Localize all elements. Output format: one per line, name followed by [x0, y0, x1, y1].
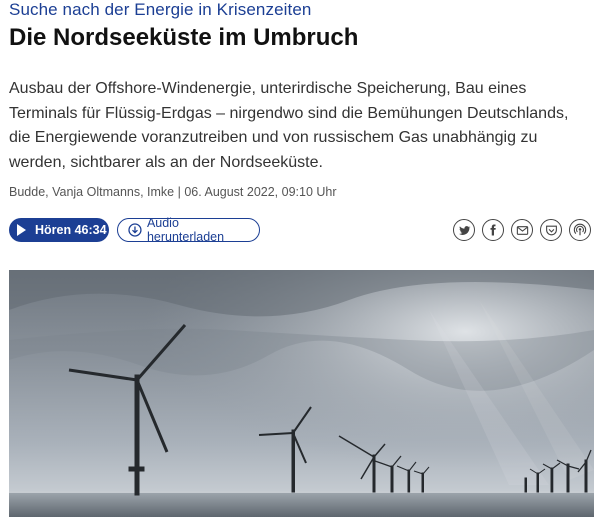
download-audio-label: Audio herunterladen: [146, 216, 225, 244]
download-audio-button[interactable]: Audio herunterladen: [117, 216, 260, 244]
offshore-wind-farm-image: [9, 270, 594, 517]
article-byline: Budde, Vanja Oltmanns, Imke | 06. August…: [9, 185, 337, 199]
teaser-line: Ausbau der Offshore-Windenergie, unterir…: [9, 80, 527, 97]
email-icon[interactable]: [511, 219, 533, 241]
article-headline: Die Nordseeküste im Umbruch: [9, 24, 359, 51]
download-icon: [128, 223, 142, 237]
podcast-icon[interactable]: [569, 219, 591, 241]
pocket-icon[interactable]: [540, 219, 562, 241]
teaser-line: werden, sichtbarer als an der Nordseeküs…: [9, 153, 323, 171]
share-bar: [453, 219, 591, 241]
teaser-line: Terminals für Flüssig-Erdgas – nirgendwo…: [9, 104, 569, 122]
teaser-line: die Energiewende voranzutreiben und von …: [9, 129, 538, 146]
play-audio-label: Hören 46:34: [35, 223, 107, 237]
article-teaser: Ausbau der Offshore-Windenergie, unterir…: [9, 77, 589, 175]
hero-image: [9, 270, 594, 517]
play-audio-button[interactable]: Hören 46:34: [9, 218, 109, 242]
facebook-icon[interactable]: [482, 219, 504, 241]
article-kicker: Suche nach der Energie in Krisenzeiten: [9, 0, 312, 19]
twitter-icon[interactable]: [453, 219, 475, 241]
play-icon: [17, 224, 26, 236]
